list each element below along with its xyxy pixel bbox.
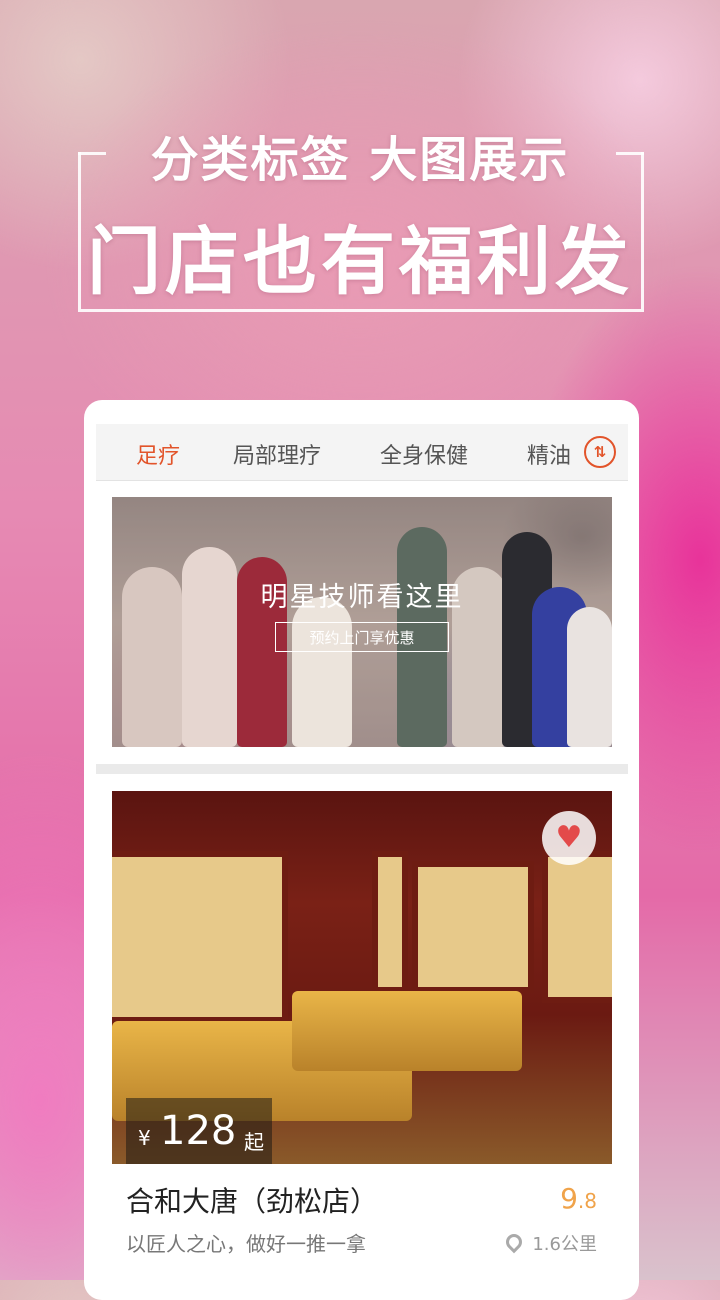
banner-title: 明星技师看这里 <box>260 582 464 613</box>
sort-arrows-icon: ⇅ <box>584 436 616 468</box>
section-divider <box>96 764 628 774</box>
distance-text: 1.6公里 <box>532 1234 597 1255</box>
wall-panel <box>112 851 288 1023</box>
price-badge: ¥ 128 起 <box>126 1098 272 1164</box>
promo-banner[interactable]: 明星技师看这里 预约上门享优惠 <box>112 497 612 747</box>
wall-panel <box>412 861 534 993</box>
category-tabs: 足疗 局部理疗 全身保健 精油 ⇅ <box>96 424 628 481</box>
wall-panel <box>542 851 612 1003</box>
app-card: 足疗 局部理疗 全身保健 精油 ⇅ 明星技师看这里 预约上门享优惠 ♥ ¥ 12… <box>84 400 639 1300</box>
heart-icon[interactable]: ♥ <box>542 811 596 865</box>
price-value: 128 <box>160 1108 237 1154</box>
rating-decimal: .8 <box>577 1189 597 1213</box>
tab-essential-oil[interactable]: 精油 <box>527 438 571 470</box>
tab-local-therapy[interactable]: 局部理疗 <box>233 438 321 470</box>
tab-foot-massage[interactable]: 足疗 <box>136 438 180 470</box>
banner-figure <box>567 607 612 747</box>
shop-slogan: 以匠人之心，做好一推一拿 <box>126 1232 366 1256</box>
massage-bed <box>292 991 522 1071</box>
shop-distance: 1.6公里 <box>503 1230 597 1256</box>
shop-photo[interactable]: ♥ ¥ 128 起 <box>112 791 612 1164</box>
rating-main: 9 <box>560 1182 578 1215</box>
location-pin-icon <box>503 1230 526 1254</box>
banner-figure <box>292 597 352 747</box>
wall-panel <box>372 851 408 993</box>
price-symbol: ¥ <box>138 1126 151 1150</box>
price-suffix: 起 <box>244 1130 264 1154</box>
shop-name[interactable]: 合和大唐（劲松店） <box>126 1180 378 1220</box>
hero-headline: 分类标签 大图展示 <box>150 132 570 188</box>
banner-cta-button[interactable]: 预约上门享优惠 <box>275 622 449 652</box>
shop-rating: 9.8 <box>560 1182 597 1215</box>
sort-button[interactable]: ⇅ <box>574 424 628 480</box>
hero-subheadline: 门店也有福利发 <box>87 219 633 305</box>
tab-full-body[interactable]: 全身保健 <box>380 438 468 470</box>
